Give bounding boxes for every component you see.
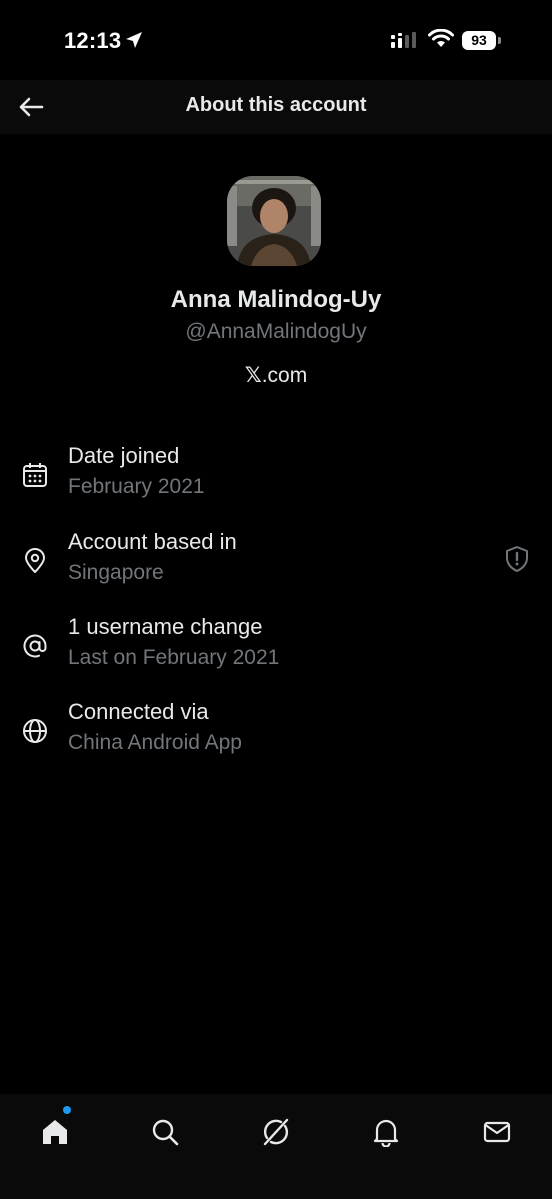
detail-subtitle: China Android App [68, 731, 242, 754]
shield-alert-icon[interactable] [503, 545, 531, 573]
calendar-icon [23, 463, 47, 487]
nav-search[interactable] [143, 1110, 187, 1154]
detail-account-based-in: Account based in Singapore [0, 529, 552, 599]
status-bar: 12:13 93 [0, 0, 552, 80]
nav-grok[interactable] [254, 1110, 298, 1154]
site-suffix: .com [261, 364, 308, 387]
home-icon [43, 1120, 67, 1144]
detail-title: Date joined [68, 443, 180, 468]
globe-icon [23, 719, 47, 743]
x-logo: 𝕏 [244, 363, 262, 387]
bottom-nav [0, 1094, 552, 1199]
battery-icon: 93 [462, 31, 496, 50]
detail-subtitle: Last on February 2021 [68, 646, 280, 669]
status-time: 12:13 [64, 28, 122, 53]
nav-home[interactable] [33, 1110, 77, 1154]
search-icon [152, 1119, 179, 1146]
detail-username-change: 1 username change Last on February 2021 [0, 614, 552, 684]
header-bar: About this account [0, 80, 552, 134]
wifi-icon [428, 29, 454, 47]
avatar-photo [227, 176, 321, 266]
at-sign-icon [23, 634, 47, 658]
battery-nub [498, 37, 501, 44]
detail-subtitle: February 2021 [68, 475, 205, 498]
nav-messages[interactable] [475, 1110, 519, 1154]
profile-name: Anna Malindog-Uy [170, 286, 382, 313]
detail-connected-via: Connected via China Android App [0, 699, 552, 769]
avatar[interactable] [227, 176, 321, 266]
location-pin-icon [25, 548, 45, 573]
detail-subtitle: Singapore [68, 561, 164, 584]
messages-icon [483, 1121, 511, 1143]
battery-level: 93 [471, 32, 487, 48]
detail-title: Connected via [68, 699, 209, 724]
profile-handle: @AnnaMalindogUy [185, 320, 367, 343]
detail-title: Account based in [68, 529, 237, 554]
detail-title: 1 username change [68, 614, 263, 639]
home-badge [63, 1106, 71, 1114]
notifications-icon [373, 1119, 399, 1147]
profile-site[interactable]: 𝕏.com [0, 363, 552, 388]
page-title: About this account [185, 94, 367, 116]
detail-date-joined: Date joined February 2021 [0, 443, 552, 513]
nav-notifications[interactable] [364, 1110, 408, 1154]
location-arrow-icon [126, 32, 142, 48]
grok-icon [263, 1118, 289, 1146]
signal-icon [391, 32, 416, 48]
